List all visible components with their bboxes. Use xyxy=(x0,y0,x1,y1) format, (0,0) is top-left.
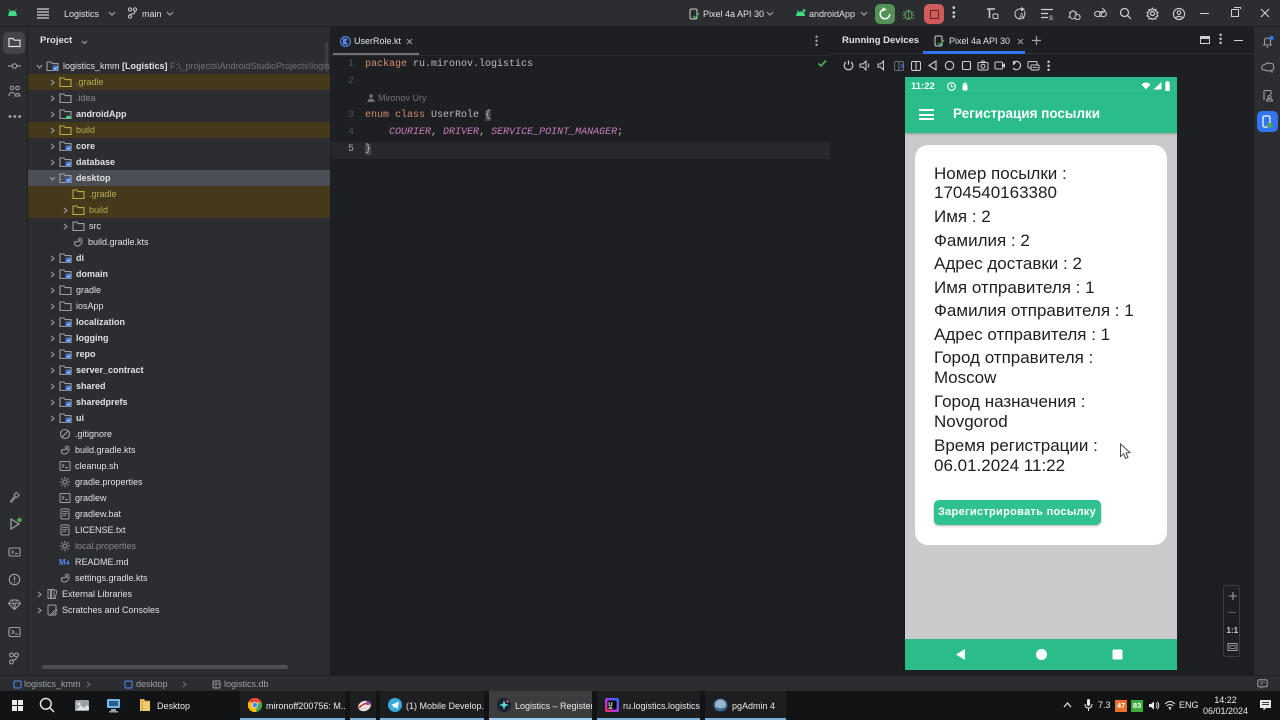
svg-text:U: U xyxy=(608,703,612,709)
svg-text:s: s xyxy=(1049,13,1053,20)
svg-text:A: A xyxy=(1019,12,1025,20)
svg-text:M: M xyxy=(59,558,66,567)
